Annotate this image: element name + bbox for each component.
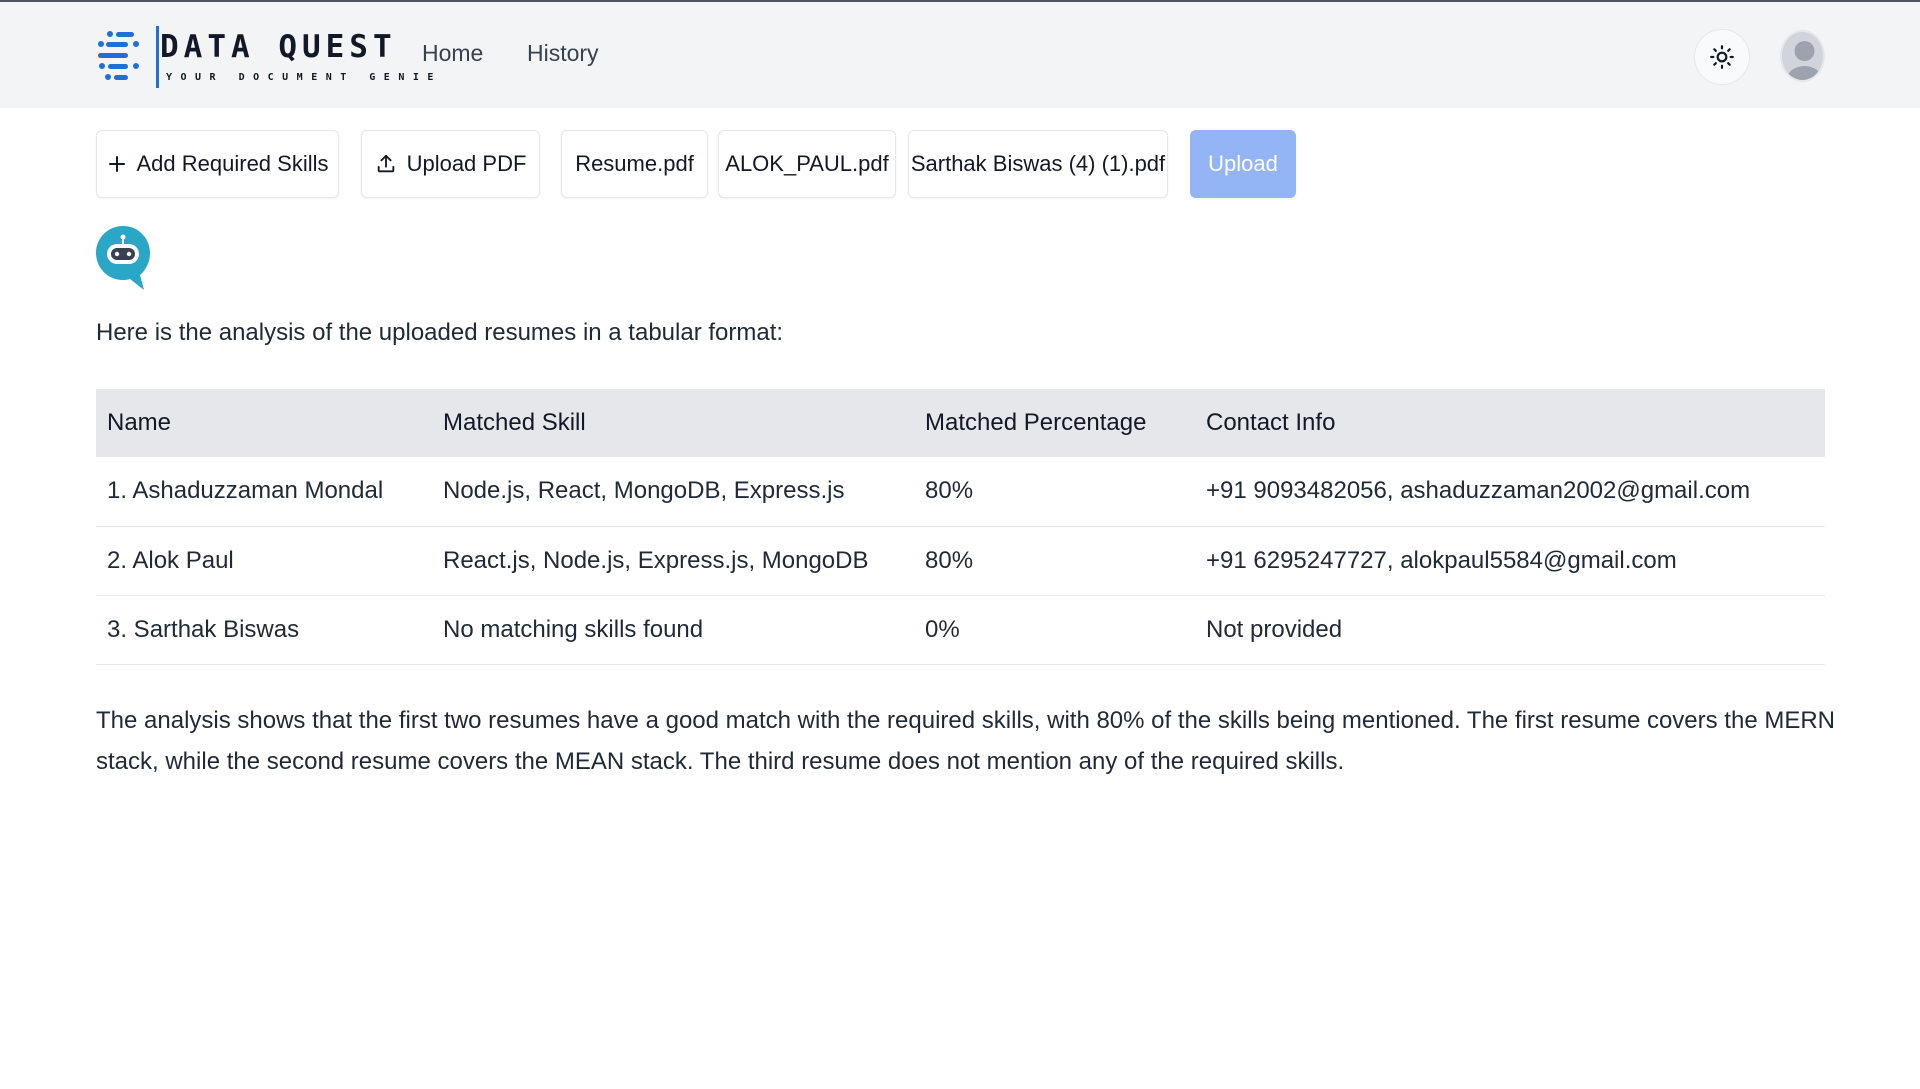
circuit-logo-icon <box>98 26 159 88</box>
cell-matched-skill: No matching skills found <box>432 595 914 665</box>
cell-matched-skill: Node.js, React, MongoDB, Express.js <box>432 457 914 527</box>
logo-title: DATA QUEST <box>160 29 397 65</box>
file-chip-label: ALOK_PAUL.pdf <box>725 151 889 176</box>
nav-history-link[interactable]: History <box>527 40 599 67</box>
column-header-name: Name <box>96 389 432 457</box>
upload-button-label: Upload <box>1208 151 1278 176</box>
file-chip-alok-paul[interactable]: ALOK_PAUL.pdf <box>718 130 896 198</box>
upload-button[interactable]: Upload <box>1190 130 1296 198</box>
response-intro-text: Here is the analysis of the uploaded res… <box>96 319 784 346</box>
cell-matched-percentage: 0% <box>914 595 1195 665</box>
column-header-contact-info: Contact Info <box>1195 389 1825 457</box>
theme-toggle-button[interactable] <box>1694 29 1750 85</box>
nav-home-link[interactable]: Home <box>422 40 483 67</box>
top-navbar: DATA QUEST YOUR DOCUMENT GENIE Home Hist… <box>0 0 1920 108</box>
analysis-table: Name Matched Skill Matched Percentage Co… <box>96 389 1825 665</box>
app-logo[interactable]: DATA QUEST YOUR DOCUMENT GENIE <box>96 24 433 90</box>
upload-icon <box>375 153 397 175</box>
add-required-skills-label: Add Required Skills <box>136 151 329 176</box>
sun-icon <box>1710 45 1734 69</box>
table-row: 2. Alok Paul React.js, Node.js, Express.… <box>96 526 1825 596</box>
logo-tagline: YOUR DOCUMENT GENIE <box>166 72 442 83</box>
bot-avatar <box>96 226 150 292</box>
file-chip-label: Resume.pdf <box>575 151 694 176</box>
file-chip-resume[interactable]: Resume.pdf <box>561 130 708 198</box>
user-avatar-icon <box>1782 32 1823 80</box>
file-chip-label: Sarthak Biswas (4) (1).pdf <box>910 151 1166 176</box>
cell-name: 3. Sarthak Biswas <box>96 595 432 665</box>
cell-contact-info: Not provided <box>1195 595 1825 665</box>
cell-matched-skill: React.js, Node.js, Express.js, MongoDB <box>432 526 914 596</box>
column-header-matched-skill: Matched Skill <box>432 389 914 457</box>
column-header-matched-percentage: Matched Percentage <box>914 389 1195 457</box>
user-avatar[interactable] <box>1780 30 1825 82</box>
analysis-summary-text: The analysis shows that the first two re… <box>96 707 1836 775</box>
table-row: 1. Ashaduzzaman Mondal Node.js, React, M… <box>96 457 1825 527</box>
cell-contact-info: +91 9093482056, ashaduzzaman2002@gmail.c… <box>1195 457 1825 527</box>
file-chip-sarthak-biswas[interactable]: Sarthak Biswas (4) (1).pdf <box>908 130 1168 198</box>
plus-icon <box>107 154 127 174</box>
cell-matched-percentage: 80% <box>914 526 1195 596</box>
add-required-skills-button[interactable]: Add Required Skills <box>96 130 339 198</box>
table-header-row: Name Matched Skill Matched Percentage Co… <box>96 389 1825 457</box>
table-row: 3. Sarthak Biswas No matching skills fou… <box>96 595 1825 665</box>
robot-icon <box>96 226 150 290</box>
cell-name: 1. Ashaduzzaman Mondal <box>96 457 432 527</box>
cell-name: 2. Alok Paul <box>96 526 432 596</box>
upload-pdf-button[interactable]: Upload PDF <box>361 130 540 198</box>
upload-pdf-label: Upload PDF <box>406 151 527 176</box>
cell-contact-info: +91 6295247727, alokpaul5584@gmail.com <box>1195 526 1825 596</box>
cell-matched-percentage: 80% <box>914 457 1195 527</box>
